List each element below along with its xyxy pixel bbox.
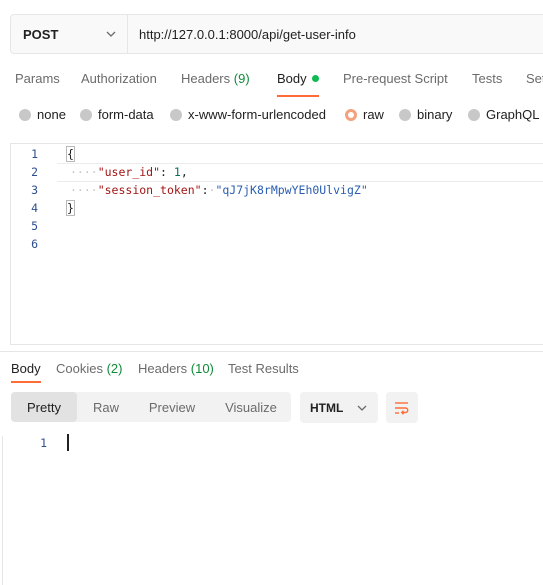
line-number: 2 — [31, 165, 38, 179]
radio-circle-icon — [399, 108, 411, 121]
indent-whitespace: ···· — [70, 183, 98, 197]
tab-pre-request-script[interactable]: Pre-request Script — [343, 71, 448, 86]
tab-label: Test Results — [228, 361, 299, 376]
wrap-lines-icon — [395, 401, 409, 415]
radio-graphql[interactable]: GraphQL — [468, 107, 539, 122]
close-brace: } — [66, 200, 75, 216]
line-number: 1 — [31, 147, 38, 161]
response-body-editor[interactable] — [55, 430, 543, 585]
tab-tests[interactable]: Tests — [472, 71, 502, 86]
json-comma: , — [180, 165, 188, 179]
radio-circle-icon — [80, 108, 92, 121]
tab-cookies[interactable]: Cookies (2) — [56, 361, 122, 376]
view-preview-button[interactable]: Preview — [139, 392, 205, 422]
format-select[interactable]: HTML — [300, 392, 378, 423]
chevron-down-icon — [357, 405, 367, 411]
url-input[interactable]: http://127.0.0.1:8000/api/get-user-info — [128, 15, 543, 53]
indent-whitespace: ···· — [70, 165, 98, 179]
tab-body[interactable]: Body — [277, 71, 319, 97]
radio-none[interactable]: none — [19, 107, 66, 122]
radio-form-data[interactable]: form-data — [80, 107, 154, 122]
method-label: POST — [23, 26, 59, 42]
code-line-4: } — [66, 200, 75, 216]
line-number: 1 — [40, 436, 47, 450]
tab-label: Headers — [138, 361, 188, 376]
tab-params[interactable]: Params — [15, 71, 60, 86]
chevron-down-icon — [106, 31, 116, 37]
json-colon: : — [201, 183, 209, 197]
tab-count: (10) — [190, 361, 214, 376]
radio-label: binary — [417, 107, 453, 122]
radio-circle-icon — [170, 108, 182, 121]
tab-label: Tests — [472, 71, 503, 86]
status-dot-icon — [311, 75, 319, 82]
view-mode-group: Pretty Raw Preview Visualize — [11, 392, 291, 422]
tab-label: Headers — [181, 71, 231, 86]
method-select[interactable]: POST — [11, 15, 128, 53]
code-line-1: { — [66, 146, 75, 162]
tab-label: Params — [15, 71, 60, 86]
tab-settings[interactable]: Set — [526, 71, 543, 86]
radio-label: form-data — [98, 107, 154, 122]
tab-authorization[interactable]: Authorization — [81, 71, 157, 86]
radio-binary[interactable]: binary — [399, 107, 452, 122]
json-colon: : — [160, 165, 174, 179]
view-raw-button[interactable]: Raw — [81, 392, 131, 422]
tab-label: Body — [11, 361, 41, 376]
code-line-3: ····"session_token":·"qJ7jK8rMpwYEh0Ulvi… — [70, 183, 368, 197]
tab-headers[interactable]: Headers (9) — [181, 71, 250, 86]
tab-count: (9) — [233, 71, 250, 86]
tab-test-results[interactable]: Test Results — [228, 361, 299, 376]
pane-divider[interactable] — [0, 351, 543, 352]
radio-circle-icon — [468, 108, 480, 121]
view-pretty-button[interactable]: Pretty — [11, 392, 77, 422]
radio-x-www-form-urlencoded[interactable]: x-www-form-urlencoded — [170, 107, 326, 122]
request-bar: POST http://127.0.0.1:8000/api/get-user-… — [10, 14, 543, 54]
tab-response-headers[interactable]: Headers (10) — [138, 361, 214, 376]
tab-label: Cookies — [56, 361, 103, 376]
tab-response-body[interactable]: Body — [11, 361, 41, 383]
code-line-2: ····"user_id": 1, — [70, 165, 188, 179]
line-number: 3 — [31, 183, 38, 197]
radio-label: x-www-form-urlencoded — [188, 107, 326, 122]
json-key: "session_token" — [97, 183, 202, 197]
radio-circle-icon — [19, 108, 31, 121]
tab-count: (2) — [106, 361, 123, 376]
line-number: 6 — [31, 237, 38, 251]
radio-label: GraphQL — [486, 107, 540, 122]
json-string-value: "qJ7jK8rMpwYEh0UlvigZ" — [215, 183, 368, 197]
tab-label: Authorization — [81, 71, 157, 86]
tab-label: Set — [526, 71, 543, 86]
radio-selected-icon — [345, 108, 357, 121]
response-editor-edge — [2, 436, 3, 585]
format-label: HTML — [310, 400, 344, 415]
wrap-lines-button[interactable] — [386, 392, 418, 423]
tab-label: Body — [277, 71, 307, 86]
line-number: 4 — [31, 201, 38, 215]
open-brace: { — [66, 146, 75, 162]
radio-label: raw — [363, 107, 384, 122]
radio-label: none — [37, 107, 66, 122]
line-number: 5 — [31, 219, 38, 233]
json-key: "user_id" — [97, 165, 161, 179]
view-visualize-button[interactable]: Visualize — [217, 392, 285, 422]
tab-label: Pre-request Script — [343, 71, 448, 86]
radio-raw[interactable]: raw — [345, 107, 384, 122]
json-number-value: 1 — [173, 165, 181, 179]
